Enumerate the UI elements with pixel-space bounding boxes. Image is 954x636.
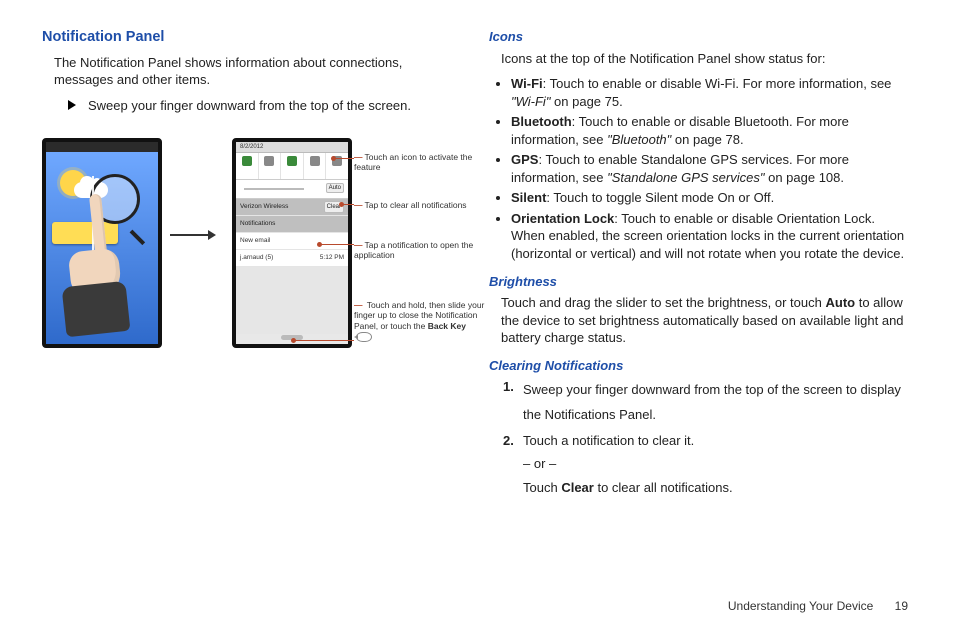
bluetooth-toggle-icon[interactable] xyxy=(259,153,282,179)
status-bar xyxy=(46,142,158,152)
clearing-steps: 1. Sweep your finger downward from the t… xyxy=(503,378,908,449)
heading-notification-panel: Notification Panel xyxy=(42,28,453,48)
notification-item-sub: j.arnaud (5) 5:12 PM xyxy=(236,250,348,267)
gps-toggle-icon[interactable] xyxy=(281,153,304,179)
play-triangle-icon xyxy=(68,100,76,110)
icon-bullet-list: Wi-Fi: Touch to enable or disable Wi-Fi.… xyxy=(511,75,908,262)
wifi-toggle-icon[interactable] xyxy=(236,153,259,179)
step-1: 1. Sweep your finger downward from the t… xyxy=(503,378,908,427)
footer-page-number: 19 xyxy=(895,599,908,613)
phone-notification-panel: 8/2/2012 Auto Verizon Wireless Clear xyxy=(232,138,352,348)
notification-list: New email j.arnaud (5) 5:12 PM xyxy=(236,233,348,267)
callout-close-panel: Touch and hold, then slide your finger u… xyxy=(354,300,484,341)
notifications-header: Notifications xyxy=(236,216,348,233)
carrier-row: Verizon Wireless Clear xyxy=(236,199,348,216)
bullet-bluetooth: Bluetooth: Touch to enable or disable Bl… xyxy=(511,113,908,148)
auto-brightness-chip[interactable]: Auto xyxy=(326,183,344,193)
back-key-icon xyxy=(356,332,372,342)
silent-toggle-icon[interactable] xyxy=(304,153,327,179)
step-or: – or – xyxy=(523,455,908,473)
heading-brightness: Brightness xyxy=(489,273,908,291)
intro-text: The Notification Panel shows information… xyxy=(54,54,453,89)
instruction-row: Sweep your finger downward from the top … xyxy=(42,97,453,115)
brightness-text: Touch and drag the slider to set the bri… xyxy=(501,294,908,347)
heading-clearing-notifications: Clearing Notifications xyxy=(489,357,908,375)
figure-notification-panel: 8/2/2012 Auto Verizon Wireless Clear xyxy=(42,134,453,394)
panel-date: 8/2/2012 xyxy=(236,142,348,153)
callout-clear-all: Tap to clear all notifications xyxy=(365,200,467,210)
weather-widget xyxy=(52,222,118,244)
step-clear-all: Touch Clear to clear all notifications. xyxy=(523,479,908,497)
transition-arrow-icon xyxy=(170,234,214,236)
brightness-row[interactable]: Auto xyxy=(236,180,348,199)
icons-intro: Icons at the top of the Notification Pan… xyxy=(501,50,908,68)
page-footer: Understanding Your Device 19 xyxy=(728,598,908,614)
footer-section: Understanding Your Device xyxy=(728,599,873,613)
bullet-silent: Silent: Touch to toggle Silent mode On o… xyxy=(511,189,908,207)
bullet-orientation-lock: Orientation Lock: Touch to enable or dis… xyxy=(511,210,908,263)
bullet-gps: GPS: Touch to enable Standalone GPS serv… xyxy=(511,151,908,186)
callout-open-app: Tap a notification to open the applicati… xyxy=(354,240,473,260)
instruction-text: Sweep your finger downward from the top … xyxy=(88,97,411,115)
bullet-wifi: Wi-Fi: Touch to enable or disable Wi-Fi.… xyxy=(511,75,908,110)
hand-gesture-icon xyxy=(64,244,134,344)
heading-icons: Icons xyxy=(489,28,908,46)
orientation-lock-toggle-icon[interactable] xyxy=(326,153,348,179)
step-2: 2. Touch a notification to clear it. xyxy=(503,432,908,450)
notification-item[interactable]: New email xyxy=(236,233,348,250)
callout-activate-icon: Touch an icon to activate the feature xyxy=(354,152,472,172)
